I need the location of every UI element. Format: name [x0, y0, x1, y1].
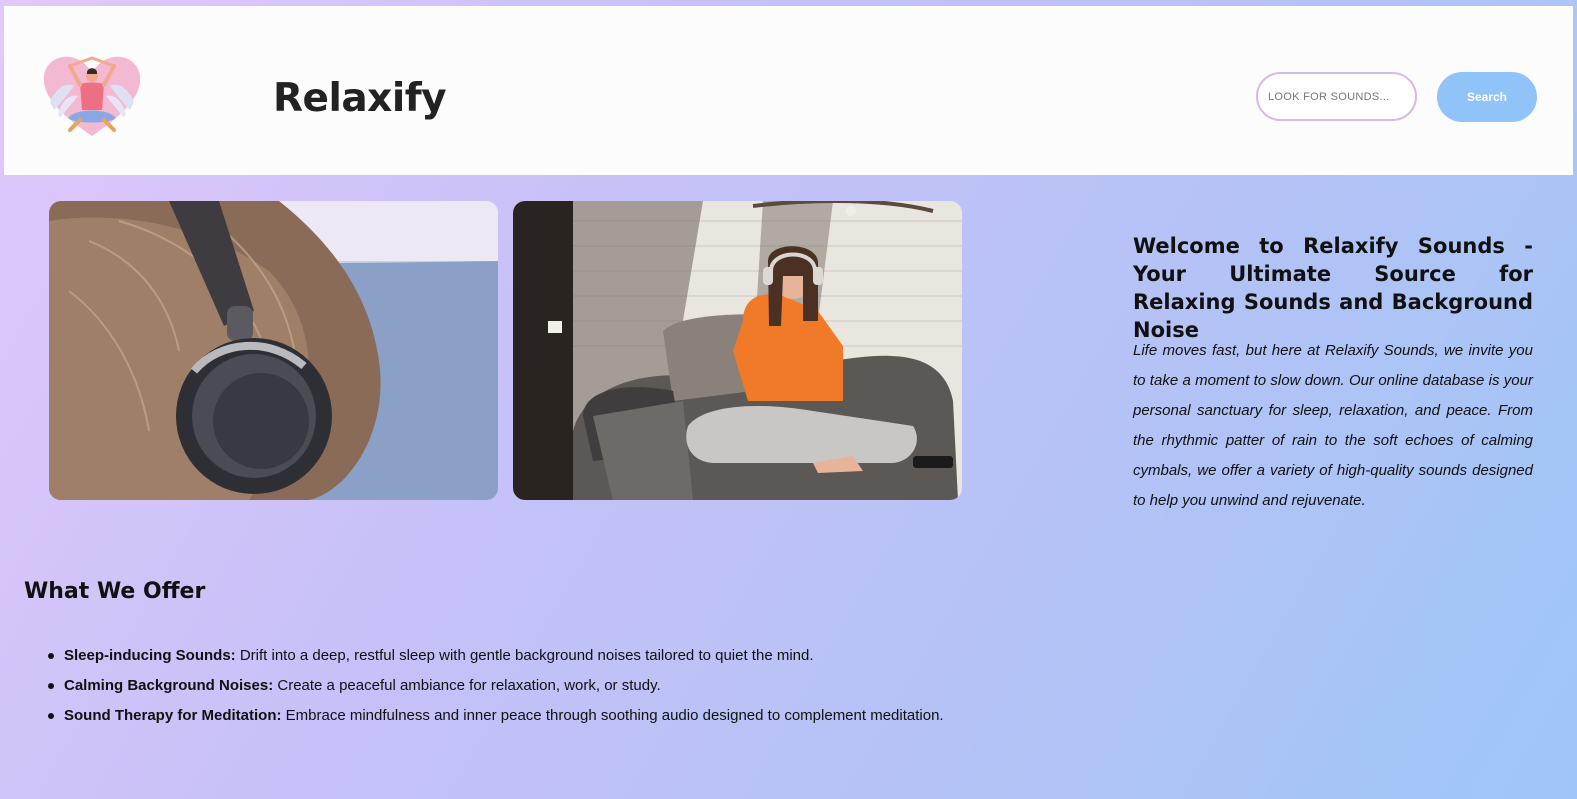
offer-item-meditation: Sound Therapy for Meditation: Embrace mi…: [48, 701, 965, 731]
offer-item-sleep: Sleep-inducing Sounds: Drift into a deep…: [48, 641, 965, 671]
offer-item-calming: Calming Background Noises: Create a peac…: [48, 671, 965, 701]
offer-section-title: What We Offer: [24, 579, 206, 604]
headphones-by-the-sea-photo: [49, 201, 498, 500]
search-button[interactable]: Search: [1437, 72, 1537, 122]
offer-list: Sleep-inducing Sounds: Drift into a deep…: [48, 641, 965, 731]
offer-item-text: Embrace mindfulness and inner peace thro…: [281, 707, 944, 724]
offer-item-label: Sleep-inducing Sounds:: [64, 647, 236, 664]
offer-item-text: Create a peaceful ambiance for relaxatio…: [273, 677, 661, 694]
meditation-heart-logo-icon[interactable]: [40, 52, 144, 138]
brand-title[interactable]: Relaxify: [273, 76, 447, 121]
welcome-heading: Welcome to Relaxify Sounds - Your Ultima…: [1133, 234, 1533, 342]
woman-listening-on-couch-photo: [513, 201, 962, 500]
search-input[interactable]: [1256, 72, 1417, 121]
intro-paragraph: Life moves fast, but here at Relaxify So…: [1133, 342, 1533, 509]
offer-item-label: Calming Background Noises:: [64, 677, 274, 694]
site-header: Relaxify Search: [4, 6, 1573, 175]
offer-item-text: Drift into a deep, restful sleep with ge…: [235, 647, 814, 664]
offer-item-label: Sound Therapy for Meditation:: [64, 707, 282, 724]
